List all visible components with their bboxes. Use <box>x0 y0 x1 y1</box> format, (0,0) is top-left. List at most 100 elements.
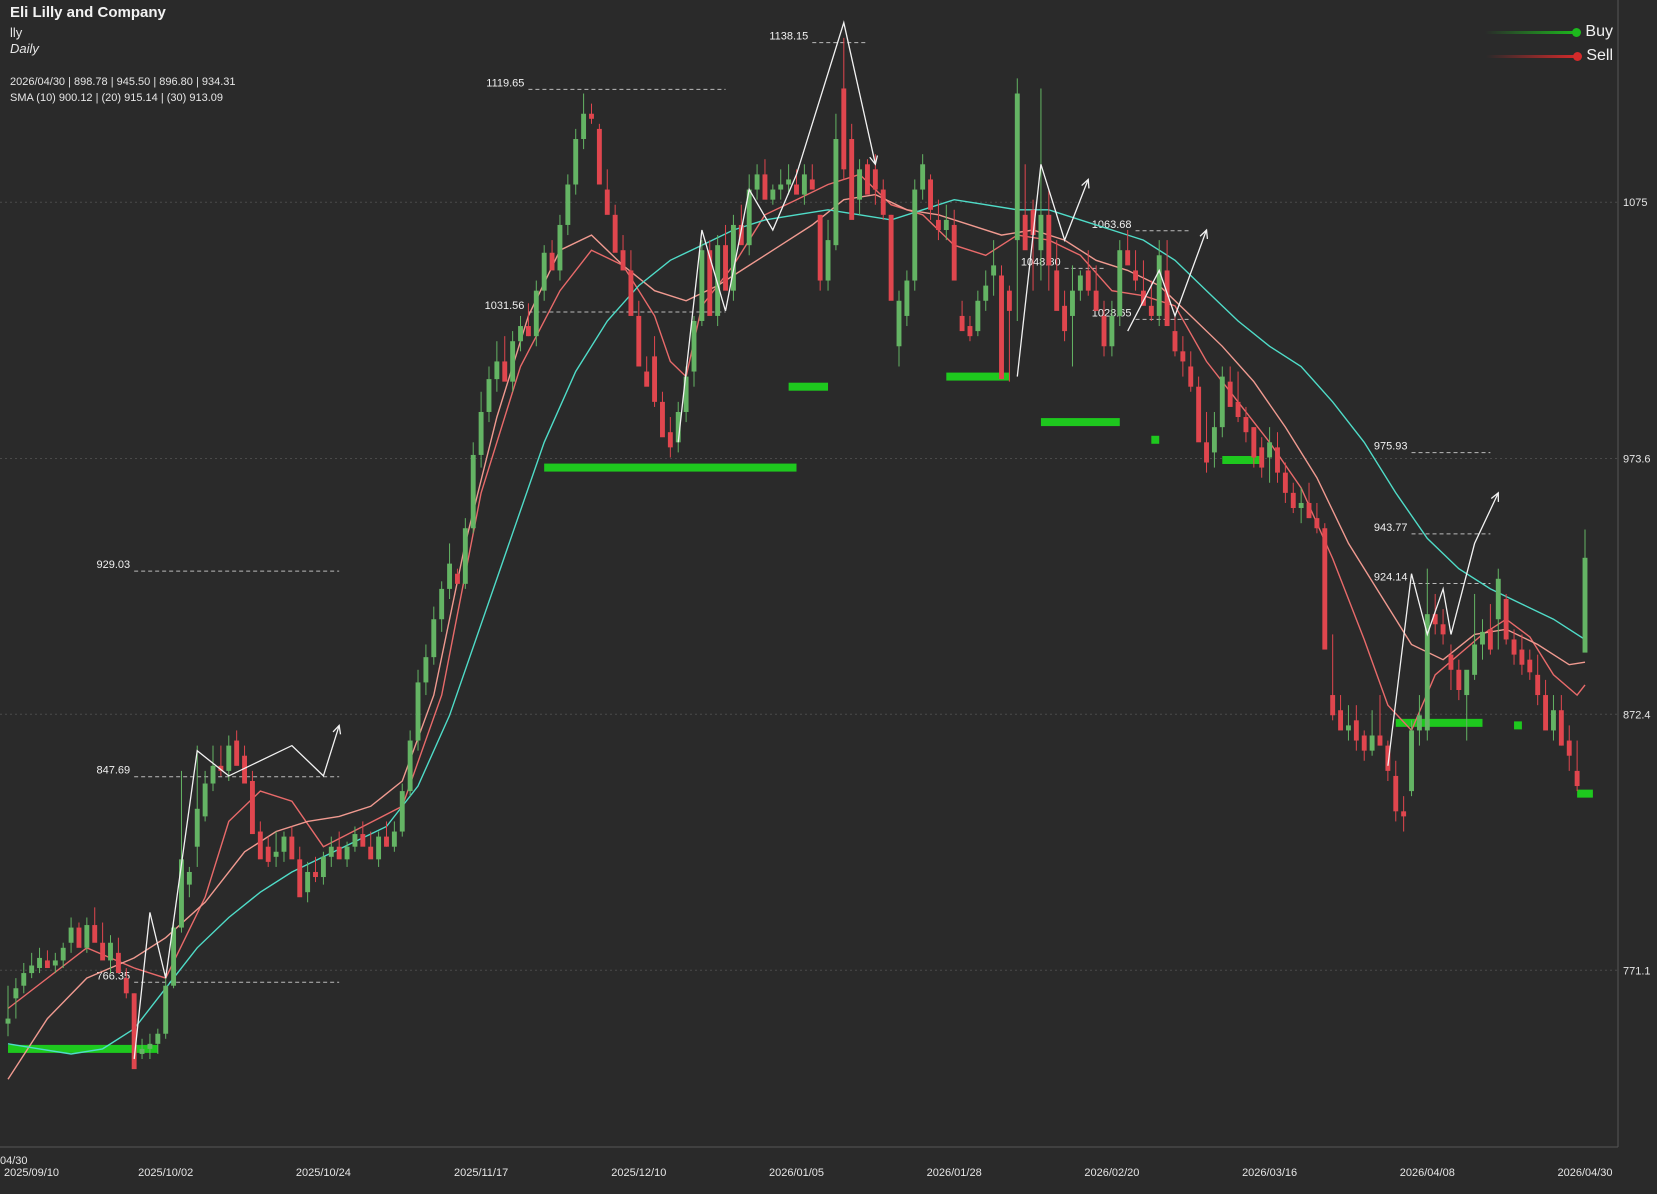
candle-body <box>1156 255 1162 316</box>
chart-area[interactable]: 771.1 872.4 973.6 1075 2025/09/10 2025/10/02 2… <box>0 0 1657 1189</box>
candle-body <box>1085 270 1091 291</box>
candle-body <box>431 619 437 658</box>
candle-body <box>1109 315 1115 347</box>
candle-body <box>494 361 500 380</box>
candle-body <box>1275 447 1280 473</box>
candle-body <box>1464 669 1470 696</box>
price-level-label: 924.14 <box>1374 571 1408 583</box>
candle-body <box>1314 518 1320 529</box>
x-tick-label: 2025/10/02 <box>138 1167 193 1179</box>
sma-10-line <box>7 173 1586 1010</box>
y-tick-label: 771.1 <box>1623 965 1651 977</box>
candle-body <box>691 320 697 372</box>
candle-body <box>336 846 342 860</box>
x-tick-label: 2025/09/10 <box>4 1167 59 1179</box>
candle-body <box>226 745 232 771</box>
candle-body <box>1243 417 1249 433</box>
candle-body <box>1180 351 1186 362</box>
candle-body <box>328 846 334 857</box>
buy-signal-bar <box>1040 418 1120 427</box>
candle-body <box>60 947 66 961</box>
candle-body <box>1480 631 1485 645</box>
candle-body <box>1377 735 1383 746</box>
candle-body <box>849 139 855 220</box>
candle-body <box>84 925 90 948</box>
buy-signal-bar <box>1395 718 1483 727</box>
candle-body <box>620 250 626 271</box>
x-tick-label: 2025/12/10 <box>611 1167 666 1179</box>
candle-body <box>1369 735 1375 751</box>
candle-body <box>723 245 728 291</box>
candle-body <box>1543 695 1549 731</box>
candle-body <box>407 740 413 792</box>
candle-body <box>439 588 445 620</box>
chart-legend: Buy Sell <box>1485 20 1613 68</box>
legend-swatch-buy <box>1485 27 1582 37</box>
candle-body <box>904 280 910 316</box>
candle-body <box>699 250 705 321</box>
price-level-label: 943.77 <box>1374 522 1408 534</box>
candle-body <box>1211 427 1217 453</box>
candle-body <box>368 846 374 860</box>
candle-body <box>1259 447 1265 468</box>
candle-body <box>935 219 941 230</box>
price-level-label: 1138.15 <box>769 31 808 43</box>
candle-body <box>305 871 311 893</box>
candle-body <box>1346 725 1351 731</box>
sma-readout: SMA (10) 900.12 | (20) 915.14 | (30) 913… <box>10 92 224 104</box>
candle-body <box>1298 502 1304 509</box>
candle-body <box>1046 214 1052 266</box>
candle-body <box>147 1043 153 1049</box>
candle-body <box>265 846 271 862</box>
candle-body <box>1456 669 1462 690</box>
candle-body <box>202 783 208 817</box>
candle-body <box>249 780 255 835</box>
price-level-label: 847.69 <box>97 765 131 777</box>
candle-body <box>1267 442 1273 458</box>
candle-body <box>1472 644 1478 675</box>
candle-body <box>399 791 405 832</box>
zigzag-line <box>677 20 877 443</box>
candle-body <box>1062 305 1068 332</box>
candle-body <box>37 957 42 969</box>
candle-body <box>872 169 878 190</box>
candle-body <box>1306 502 1312 519</box>
candle-body <box>29 965 35 974</box>
buy-signal-bar <box>1151 435 1160 444</box>
candle-body <box>1338 710 1344 731</box>
candle-body <box>1551 710 1556 731</box>
candle-body <box>770 189 776 200</box>
candle-body <box>1251 427 1257 458</box>
ohlc-readout: 2026/04/30 | 898.78 | 945.50 | 896.80 | … <box>10 76 236 88</box>
candle-body <box>455 573 460 584</box>
candle-body <box>1235 401 1241 418</box>
candle-body <box>833 139 839 246</box>
candle-body <box>557 224 563 271</box>
candle-body <box>115 952 121 974</box>
candle-body <box>1409 730 1414 792</box>
candle-body <box>975 300 981 332</box>
candle-body <box>817 214 823 281</box>
y-tick-label: 973.6 <box>1623 453 1651 465</box>
ticker-symbol: lly <box>10 25 23 40</box>
buy-signal-bar <box>788 382 829 391</box>
candle-body <box>344 846 350 860</box>
candle-body <box>1290 492 1296 509</box>
candle-body <box>1440 624 1446 635</box>
candle-body <box>999 275 1004 380</box>
candle-body <box>1511 639 1517 655</box>
candle-body <box>273 851 279 857</box>
buy-signal-bar <box>1577 789 1593 798</box>
candle-body <box>857 169 863 200</box>
candle-body <box>1070 290 1075 316</box>
candle-body <box>179 859 184 928</box>
candle-body <box>1038 214 1044 251</box>
candle-body <box>983 285 989 301</box>
interval-label: Daily <box>10 41 39 56</box>
candle-body <box>1535 674 1541 696</box>
candle-body <box>778 184 784 190</box>
candle-body <box>1582 557 1588 653</box>
candle-body <box>541 252 547 291</box>
candle-body <box>565 184 571 225</box>
candle-body <box>715 245 721 316</box>
